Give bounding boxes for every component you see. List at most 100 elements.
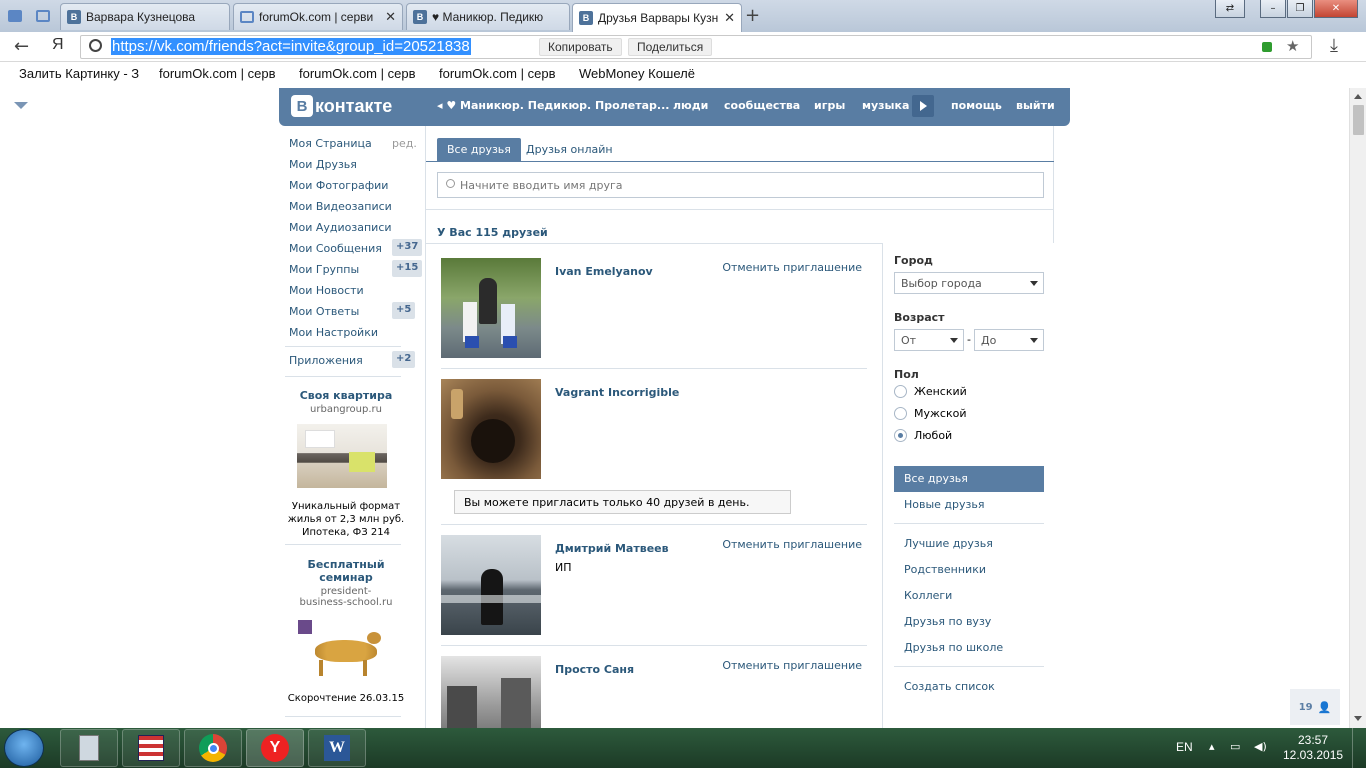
scrollbar-thumb[interactable] [1353, 105, 1364, 135]
radio-female[interactable]: Женский [894, 385, 967, 398]
groups-count-badge[interactable]: +15 [392, 260, 423, 277]
scroll-up-icon[interactable] [1354, 94, 1362, 99]
menu-my-messages[interactable]: Мои Сообщения [289, 242, 382, 255]
taskbar-chrome[interactable] [184, 729, 242, 767]
nav-people[interactable]: люди [673, 99, 708, 112]
maximize-button[interactable]: ❐ [1287, 0, 1313, 18]
ad-cheetah-image[interactable] [297, 618, 387, 678]
bookmark-item[interactable]: WebMoney Кошелё [579, 66, 709, 81]
nav-games[interactable]: игры [814, 99, 845, 112]
browser-tab-2[interactable]: forumOk.com | серви ✕ [233, 3, 403, 30]
menu-apps[interactable]: Приложения [289, 354, 363, 367]
cancel-invite-link[interactable]: Отменить приглашение [722, 261, 862, 274]
filter-relatives[interactable]: Родственники [894, 557, 1044, 583]
url-text[interactable]: https://vk.com/friends?act=invite&group_… [111, 38, 471, 55]
radio-male[interactable]: Мужской [894, 407, 966, 420]
answers-count-badge[interactable]: +5 [392, 302, 416, 319]
bookmark-item[interactable]: forumOk.com | серв [439, 66, 565, 81]
back-arrow-icon[interactable]: ← [14, 36, 29, 57]
friend-avatar[interactable] [441, 535, 541, 635]
copy-button[interactable]: Копировать [539, 38, 622, 56]
taskbar-yandex-browser[interactable]: Y [246, 729, 304, 767]
radio-any[interactable]: Любой [894, 429, 952, 442]
vk-logo[interactable]: В контакте [291, 95, 392, 117]
menu-my-friends[interactable]: Мои Друзья [289, 158, 357, 171]
collapse-arrow-icon[interactable] [14, 102, 28, 109]
ad-title[interactable]: Бесплатный семинар [281, 558, 411, 584]
friend-name[interactable]: Ivan Emelyanov [555, 265, 653, 278]
nav-help[interactable]: помощь [951, 99, 1002, 112]
nav-music[interactable]: музыка [862, 99, 909, 112]
language-indicator[interactable]: EN [1176, 740, 1193, 754]
filter-all-friends[interactable]: Все друзья [894, 466, 1044, 492]
ad-apartment-image[interactable] [297, 424, 387, 488]
menu-my-photos[interactable]: Мои Фотографии [289, 179, 388, 192]
close-icon[interactable]: ✕ [724, 10, 735, 26]
radio-button-selected[interactable] [894, 429, 907, 442]
age-from-select[interactable]: От [894, 329, 964, 351]
tab-friends-online[interactable]: Друзья онлайн [516, 138, 623, 162]
taskbar-word[interactable]: W [308, 729, 366, 767]
minimize-button[interactable]: – [1260, 0, 1286, 18]
menu-my-settings[interactable]: Мои Настройки [289, 326, 378, 339]
bookmark-item[interactable]: forumOk.com | серв [159, 66, 285, 81]
lock-icon[interactable] [1262, 42, 1272, 52]
start-button[interactable] [4, 729, 44, 767]
download-icon[interactable]: ⤓ [1330, 35, 1338, 56]
new-tab-button[interactable]: + [745, 5, 760, 26]
audio-player-track[interactable]: ◂ ♥ Маникюр. Педикюр. Пролетар... [437, 99, 669, 112]
filter-university-friends[interactable]: Друзья по вузу [894, 609, 1044, 635]
friend-name[interactable]: Просто Саня [555, 663, 634, 676]
scroll-down-icon[interactable] [1354, 716, 1362, 721]
share-button[interactable]: Поделиться [628, 38, 713, 56]
apps-count-badge[interactable]: +2 [392, 351, 416, 368]
friend-avatar[interactable] [441, 656, 541, 728]
messages-count-badge[interactable]: +37 [392, 239, 423, 256]
friend-name[interactable]: Vagrant Incorrigible [555, 386, 679, 399]
menu-my-page[interactable]: Моя Страница [289, 137, 372, 150]
browser-tab-3[interactable]: B ♥ Маникюр. Педикю [406, 3, 570, 30]
volume-icon[interactable]: ◀) [1254, 740, 1267, 753]
show-desktop-button[interactable] [1352, 728, 1366, 768]
filter-school-friends[interactable]: Друзья по школе [894, 635, 1044, 661]
menu-my-groups[interactable]: Мои Группы [289, 263, 359, 276]
close-icon[interactable]: ✕ [385, 9, 396, 25]
friend-avatar[interactable] [441, 379, 541, 479]
network-icon[interactable]: ▭ [1230, 740, 1240, 753]
browser-tab-1[interactable]: B Варвара Кузнецова [60, 3, 230, 30]
online-friends-badge[interactable]: 19 👤 [1290, 689, 1340, 725]
nav-logout[interactable]: выйти [1016, 99, 1055, 112]
bookmark-item[interactable]: forumOk.com | серв [299, 66, 425, 81]
filter-new-friends[interactable]: Новые друзья [894, 492, 1044, 518]
city-select[interactable]: Выбор города [894, 272, 1044, 294]
menu-my-news[interactable]: Мои Новости [289, 284, 364, 297]
menu-edit-link[interactable]: ред. [392, 137, 417, 150]
menu-my-answers[interactable]: Мои Ответы [289, 305, 359, 318]
close-window-button[interactable]: ✕ [1314, 0, 1358, 18]
nav-communities[interactable]: сообщества [724, 99, 800, 112]
tab-all-friends[interactable]: Все друзья [437, 138, 521, 162]
star-icon[interactable]: ★ [1286, 37, 1299, 55]
browser-tab-4-active[interactable]: B Друзья Варвары Кузн ✕ [572, 3, 742, 32]
filter-colleagues[interactable]: Коллеги [894, 583, 1044, 609]
ad-title[interactable]: Своя квартира [281, 389, 411, 402]
friend-avatar[interactable] [441, 258, 541, 358]
radio-button[interactable] [894, 407, 907, 420]
friend-name[interactable]: Дмитрий Матвеев [555, 542, 669, 555]
taskbar-app-flag[interactable] [122, 729, 180, 767]
sync-button[interactable]: ⇄ [1215, 0, 1245, 18]
yandex-button[interactable]: Я [52, 36, 64, 54]
menu-my-videos[interactable]: Мои Видеозаписи [289, 200, 392, 213]
cancel-invite-link[interactable]: Отменить приглашение [722, 538, 862, 551]
page-scrollbar[interactable] [1349, 88, 1366, 728]
play-button[interactable] [912, 95, 934, 117]
cancel-invite-link[interactable]: Отменить приглашение [722, 659, 862, 672]
create-list-link[interactable]: Создать список [894, 674, 1044, 700]
menu-my-audio[interactable]: Мои Аудиозаписи [289, 221, 392, 234]
filter-best-friends[interactable]: Лучшие друзья [894, 531, 1044, 557]
friend-search-input[interactable]: Начните вводить имя друга [437, 172, 1044, 198]
pinned-tab-chat[interactable] [2, 3, 28, 29]
radio-button[interactable] [894, 385, 907, 398]
age-to-select[interactable]: До [974, 329, 1044, 351]
url-field[interactable]: https://vk.com/friends?act=invite&group_… [80, 35, 1312, 59]
